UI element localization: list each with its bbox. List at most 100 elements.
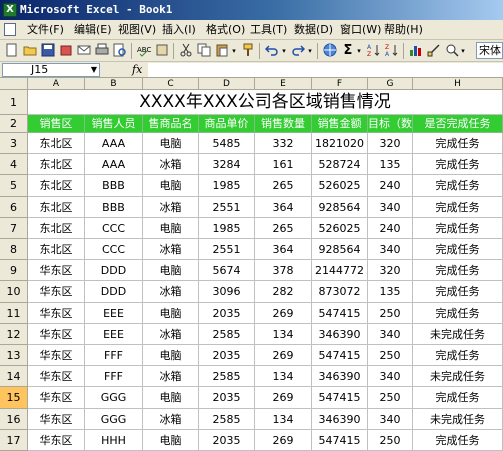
data-cell[interactable]: AAA <box>85 154 143 176</box>
redo-dropdown-icon[interactable]: ▾ <box>306 43 314 59</box>
sheet-title[interactable]: XXXX年XXX公司各区域销售情况 <box>28 90 503 115</box>
header-cell[interactable]: 目标（数 <box>368 115 413 133</box>
research-icon[interactable] <box>154 43 170 59</box>
data-cell[interactable]: 340 <box>368 408 413 430</box>
data-cell[interactable]: 928564 <box>312 196 368 218</box>
data-cell[interactable]: 东北区 <box>28 239 85 261</box>
row-header[interactable]: 17 <box>0 429 28 451</box>
data-cell[interactable]: 3284 <box>199 154 255 176</box>
data-cell[interactable]: 2585 <box>199 366 255 388</box>
paste-dropdown-icon[interactable]: ▾ <box>230 43 238 59</box>
data-cell[interactable]: 364 <box>255 239 312 261</box>
data-cell[interactable]: 2585 <box>199 323 255 345</box>
open-folder-icon[interactable] <box>22 43 38 59</box>
data-cell[interactable]: 250 <box>368 387 413 409</box>
data-cell[interactable]: 928564 <box>312 239 368 261</box>
data-cell[interactable]: 528724 <box>312 154 368 176</box>
data-cell[interactable]: 冰箱 <box>143 154 199 176</box>
data-cell[interactable]: 冰箱 <box>143 366 199 388</box>
data-cell[interactable]: 135 <box>368 154 413 176</box>
data-cell[interactable]: 547415 <box>312 345 368 367</box>
print-preview-icon[interactable] <box>112 43 128 59</box>
data-cell[interactable]: 完成任务 <box>413 302 503 324</box>
paste-icon[interactable] <box>214 43 230 59</box>
data-cell[interactable]: 340 <box>368 366 413 388</box>
data-cell[interactable]: 240 <box>368 175 413 197</box>
data-cell[interactable]: 2035 <box>199 345 255 367</box>
font-name-box[interactable]: 宋体 <box>476 42 503 59</box>
row-header[interactable]: 15 <box>0 387 28 409</box>
data-cell[interactable]: 1821020 <box>312 133 368 155</box>
formula-input[interactable] <box>148 63 503 77</box>
menu-file[interactable]: 文件(F) <box>27 20 64 40</box>
data-cell[interactable]: 华东区 <box>28 323 85 345</box>
data-cell[interactable]: 134 <box>255 366 312 388</box>
row-header[interactable]: 1 <box>0 90 28 115</box>
data-cell[interactable]: 东北区 <box>28 217 85 239</box>
redo-icon[interactable] <box>290 43 306 59</box>
data-cell[interactable]: 东北区 <box>28 196 85 218</box>
hyperlink-icon[interactable] <box>322 43 338 59</box>
column-header-a[interactable]: A <box>28 78 85 90</box>
data-cell[interactable]: 完成任务 <box>413 175 503 197</box>
data-cell[interactable]: 346390 <box>312 408 368 430</box>
autosum-icon[interactable]: Σ <box>340 43 356 59</box>
data-cell[interactable]: 340 <box>368 196 413 218</box>
row-header[interactable]: 16 <box>0 408 28 430</box>
data-cell[interactable]: 完成任务 <box>413 429 503 451</box>
data-cell[interactable]: 完成任务 <box>413 196 503 218</box>
header-cell[interactable]: 销售区 <box>28 115 85 133</box>
spelling-icon[interactable]: ABC <box>136 43 152 59</box>
data-cell[interactable]: 华东区 <box>28 366 85 388</box>
data-cell[interactable]: 269 <box>255 387 312 409</box>
data-cell[interactable]: 547415 <box>312 429 368 451</box>
chart-wizard-icon[interactable] <box>408 43 424 59</box>
data-cell[interactable]: 364 <box>255 196 312 218</box>
data-cell[interactable]: 华东区 <box>28 302 85 324</box>
data-cell[interactable]: 320 <box>368 133 413 155</box>
row-header[interactable]: 6 <box>0 196 28 218</box>
data-cell[interactable]: 电脑 <box>143 217 199 239</box>
data-cell[interactable]: 526025 <box>312 217 368 239</box>
data-cell[interactable]: 电脑 <box>143 175 199 197</box>
menu-data[interactable]: 数据(D) <box>294 20 333 40</box>
data-cell[interactable]: 完成任务 <box>413 281 503 303</box>
data-cell[interactable]: 2551 <box>199 239 255 261</box>
data-cell[interactable]: 华东区 <box>28 281 85 303</box>
data-cell[interactable]: GGG <box>85 387 143 409</box>
data-cell[interactable]: 240 <box>368 217 413 239</box>
data-cell[interactable]: HHH <box>85 429 143 451</box>
data-cell[interactable]: 2551 <box>199 196 255 218</box>
menu-help[interactable]: 帮助(H) <box>384 20 423 40</box>
column-header-b[interactable]: B <box>85 78 143 90</box>
data-cell[interactable]: 华东区 <box>28 387 85 409</box>
data-cell[interactable]: 2035 <box>199 387 255 409</box>
data-cell[interactable]: 135 <box>368 281 413 303</box>
data-cell[interactable]: 2035 <box>199 429 255 451</box>
print-icon[interactable] <box>94 43 110 59</box>
row-header[interactable]: 3 <box>0 133 28 155</box>
select-all-corner[interactable] <box>0 78 28 90</box>
data-cell[interactable]: 完成任务 <box>413 239 503 261</box>
data-cell[interactable]: 378 <box>255 260 312 282</box>
menu-tools[interactable]: 工具(T) <box>250 20 287 40</box>
data-cell[interactable]: 2144772 <box>312 260 368 282</box>
data-cell[interactable]: 320 <box>368 260 413 282</box>
data-cell[interactable]: 332 <box>255 133 312 155</box>
data-cell[interactable]: 华东区 <box>28 260 85 282</box>
row-header[interactable]: 4 <box>0 154 28 176</box>
data-cell[interactable]: 161 <box>255 154 312 176</box>
data-cell[interactable]: 完成任务 <box>413 260 503 282</box>
data-cell[interactable]: 250 <box>368 345 413 367</box>
data-cell[interactable]: 未完成任务 <box>413 366 503 388</box>
data-cell[interactable]: 340 <box>368 239 413 261</box>
data-cell[interactable]: 526025 <box>312 175 368 197</box>
data-cell[interactable]: FFF <box>85 345 143 367</box>
data-cell[interactable]: 5674 <box>199 260 255 282</box>
data-cell[interactable]: 269 <box>255 302 312 324</box>
data-cell[interactable]: 冰箱 <box>143 196 199 218</box>
header-cell[interactable]: 销售金额 <box>312 115 368 133</box>
header-cell[interactable]: 售商品名 <box>143 115 199 133</box>
zoom-icon[interactable] <box>444 43 460 59</box>
format-painter-icon[interactable] <box>240 43 256 59</box>
